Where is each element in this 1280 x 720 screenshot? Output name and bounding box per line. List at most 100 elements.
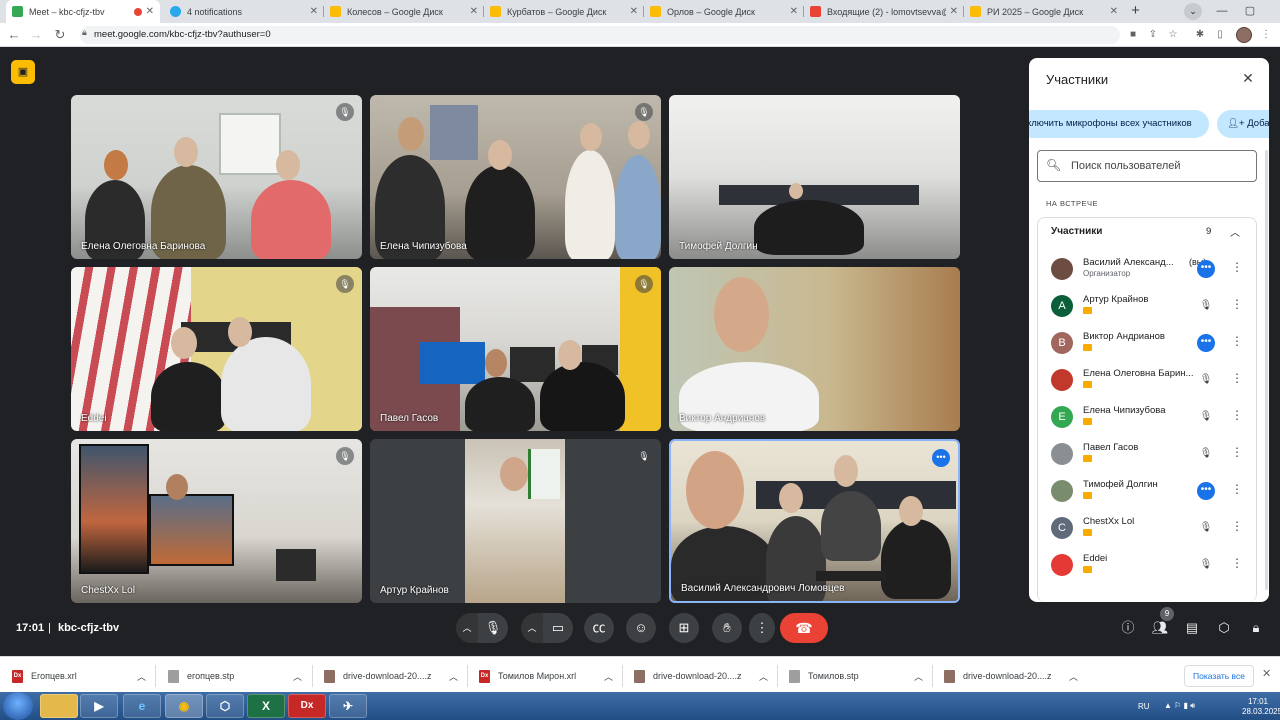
camera-in-use-icon[interactable]: ■ <box>1125 27 1141 43</box>
new-tab-button[interactable]: + <box>1127 3 1144 20</box>
video-tile[interactable]: 🎙︎ Елена Олеговна Баринова <box>71 95 362 259</box>
tab-meet[interactable]: Meet – kbc-cfjz-tbv ✕ <box>6 0 160 23</box>
media-player-icon[interactable]: ▶ <box>80 694 118 718</box>
participant-row[interactable]: В Виктор Андрианов ••• ⋮ <box>1038 328 1256 365</box>
bookmark-star-icon[interactable]: ☆ <box>1165 27 1181 43</box>
mic-off-icon[interactable]: 🎙︎ <box>1197 556 1215 574</box>
maximize-icon[interactable]: ▢ <box>1236 0 1264 23</box>
system-clock[interactable]: 17:01 28.03.2025 <box>1242 697 1280 717</box>
3d-app-icon[interactable]: ⬡ <box>206 694 244 718</box>
more-options-icon[interactable]: ⋮ <box>1231 334 1243 348</box>
profile-avatar[interactable] <box>1236 27 1252 43</box>
close-tab-icon[interactable]: ✕ <box>630 6 638 17</box>
download-item[interactable]: drive-download-20....zip ︿ <box>634 666 768 686</box>
minimize-icon[interactable]: — <box>1208 0 1236 23</box>
video-tile[interactable]: 🎙︎ Артур Крайнов <box>370 439 661 603</box>
close-tab-icon[interactable]: ✕ <box>950 6 958 17</box>
chat-icon[interactable]: ▤ <box>1183 619 1201 637</box>
tray-icons[interactable]: ▲ ⚐ ▮ 🔊︎ <box>1164 701 1195 711</box>
chevron-up-icon[interactable]: ︿ <box>137 670 146 683</box>
windows-start-button[interactable] <box>3 692 33 720</box>
participant-row[interactable]: А Артур Крайнов 🎙︎ ⋮ <box>1038 291 1256 328</box>
video-tile[interactable]: Виктор Андрианов <box>669 267 960 431</box>
tab-drive-kurbatov[interactable]: Курбатов – Google Диск ✕ <box>484 0 644 23</box>
chrome-menu-icon[interactable]: ⋮ <box>1258 27 1274 43</box>
close-tab-icon[interactable]: ✕ <box>310 6 318 17</box>
video-tile[interactable]: Тимофей Долгин <box>669 95 960 259</box>
raise-hand-button[interactable]: ✋︎ <box>712 613 742 643</box>
show-all-downloads-button[interactable]: Показать все <box>1184 665 1254 687</box>
chevron-up-icon[interactable]: ︿ <box>914 670 923 683</box>
video-tile[interactable]: 🎙︎ Павел Гасов <box>370 267 661 431</box>
download-item[interactable]: Dx Егопцев.xrl ︿ <box>12 666 146 686</box>
more-options-icon[interactable]: ⋮ <box>1231 445 1243 459</box>
side-panel-icon[interactable]: ▯ <box>1212 27 1228 43</box>
mic-off-icon[interactable]: 🎙︎ <box>1197 408 1215 426</box>
more-options-icon[interactable]: ⋮ <box>1231 260 1243 274</box>
participant-row[interactable]: C ChestXx Lol 🎙︎ ⋮ <box>1038 513 1256 550</box>
more-options-icon[interactable]: ⋮ <box>1231 408 1243 422</box>
tab-drive-ri2025[interactable]: РИ 2025 – Google Диск ✕ <box>964 0 1124 23</box>
download-item[interactable]: егопцев.stp ︿ <box>168 666 302 686</box>
close-tab-icon[interactable]: ✕ <box>1110 6 1118 17</box>
chevron-up-icon[interactable]: ︿ <box>759 670 768 683</box>
download-item[interactable]: drive-download-20....zip ︿ <box>944 666 1078 686</box>
language-indicator[interactable]: RU <box>1138 702 1150 711</box>
download-item[interactable]: Dx Томилов Мирон.xrl ︿ <box>479 666 613 686</box>
close-tab-icon[interactable]: ✕ <box>790 6 798 17</box>
present-screen-button[interactable]: ⊞ <box>669 613 699 643</box>
participant-row[interactable]: Павел Гасов 🎙︎ ⋮ <box>1038 439 1256 476</box>
mic-off-icon[interactable]: 🎙︎ <box>1197 297 1215 315</box>
chevron-up-icon[interactable]: ︿ <box>1069 670 1078 683</box>
panel-scrollbar[interactable] <box>1265 150 1268 590</box>
share-icon[interactable]: ⇪ <box>1145 27 1161 43</box>
activities-icon[interactable]: ⬡ <box>1215 619 1233 637</box>
video-options-chevron-icon[interactable]: ︿ <box>521 613 543 643</box>
video-tile-active-speaker[interactable]: ••• Василий Александрович Ломовцев <box>669 439 960 603</box>
more-options-icon[interactable]: ⋮ <box>1231 519 1243 533</box>
recording-indicator-icon[interactable]: ▣ <box>11 60 35 84</box>
participant-row[interactable]: Елена Олеговна Барин... 🎙︎ ⋮ <box>1038 365 1256 402</box>
more-options-icon[interactable]: ⋮ <box>1231 297 1243 311</box>
chevron-up-icon[interactable]: ︿ <box>604 670 613 683</box>
tab-drive-orlov[interactable]: Орлов – Google Диск ✕ <box>644 0 804 23</box>
lock-icon[interactable]: 🔒︎ <box>82 27 87 38</box>
search-box[interactable]: 🔍︎ <box>1037 150 1257 182</box>
download-item[interactable]: drive-download-20....zip ︿ <box>324 666 458 686</box>
video-tile[interactable]: 🎙︎ Елена Чипизубова <box>370 95 661 259</box>
leave-call-button[interactable]: ☎︎ <box>780 613 828 643</box>
tab-search-chevron-icon[interactable]: ⌄ <box>1184 3 1202 20</box>
participant-row[interactable]: Е Елена Чипизубова 🎙︎ ⋮ <box>1038 402 1256 439</box>
tab-drive-kolesov[interactable]: Колесов – Google Диск ✕ <box>324 0 484 23</box>
more-options-icon[interactable]: ⋮ <box>1231 482 1243 496</box>
reload-icon[interactable]: ↻ <box>51 26 69 44</box>
collapse-chevron-icon[interactable]: ︿ <box>1230 224 1240 239</box>
participant-row[interactable]: Тимофей Долгин ••• ⋮ <box>1038 476 1256 513</box>
mute-all-button[interactable]: ключить микрофоны всех участников <box>1029 110 1209 138</box>
video-tile[interactable]: 🎙︎ ChestXx Lol <box>71 439 362 603</box>
video-tile[interactable]: 🎙︎ Eddei <box>71 267 362 431</box>
microphone-button[interactable]: 🎙︎ <box>478 613 508 643</box>
search-input[interactable] <box>1071 157 1251 175</box>
mic-off-icon[interactable]: 🎙︎ <box>1197 445 1215 463</box>
chrome-icon[interactable]: ◉ <box>165 694 203 718</box>
download-item[interactable]: Томилов.stp ︿ <box>789 666 923 686</box>
participant-row[interactable]: Василий Александ... (вы) Организатор •••… <box>1038 254 1256 291</box>
more-options-button[interactable]: ⋮ <box>749 613 775 643</box>
dx-app-icon[interactable]: Dx <box>288 694 326 718</box>
internet-explorer-icon[interactable]: e <box>123 694 161 718</box>
close-tab-icon[interactable]: ✕ <box>470 6 478 17</box>
people-icon[interactable]: 👥︎ <box>1151 619 1169 637</box>
audio-options-chevron-icon[interactable]: ︿ <box>456 613 478 643</box>
camera-button[interactable]: ▭ <box>543 613 573 643</box>
extensions-icon[interactable]: ✱ <box>1192 27 1208 43</box>
url-field[interactable]: meet.google.com/kbc-cfjz-tbv?authuser=0 <box>80 26 1120 44</box>
more-options-icon[interactable]: ⋮ <box>1231 556 1243 570</box>
back-icon[interactable]: ← <box>5 26 23 44</box>
chevron-up-icon[interactable]: ︿ <box>449 670 458 683</box>
meeting-info-icon[interactable]: ⓘ <box>1119 619 1137 637</box>
close-panel-icon[interactable]: ✕ <box>1239 70 1257 88</box>
excel-icon[interactable]: X <box>247 694 285 718</box>
captions-button[interactable]: ㏄ <box>584 613 614 643</box>
forward-icon[interactable]: → <box>27 26 45 44</box>
